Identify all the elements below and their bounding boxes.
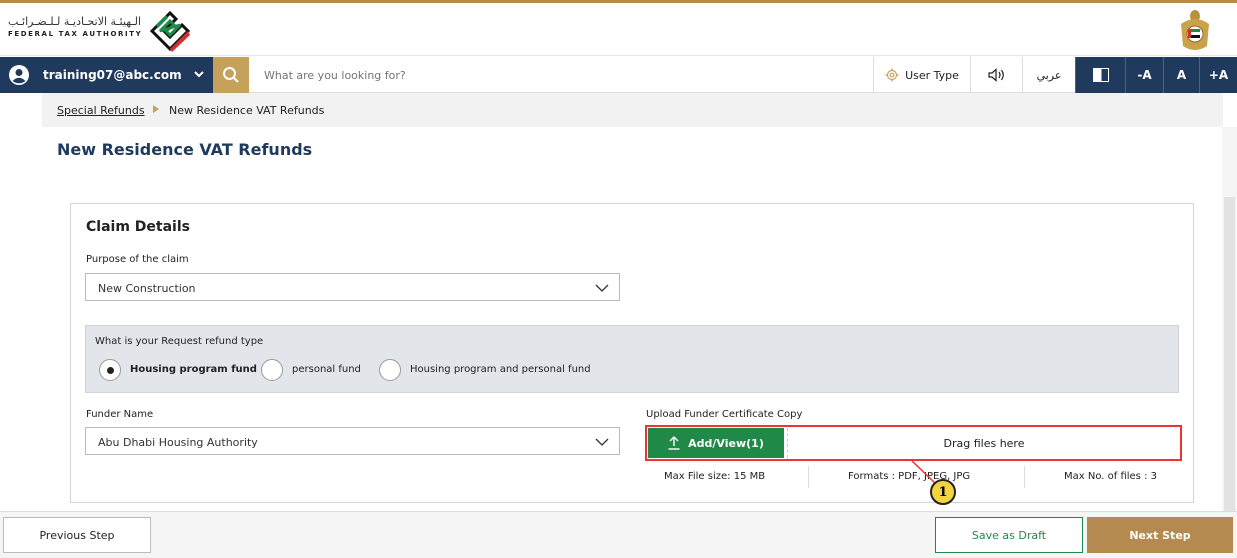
page-scrollbar[interactable]: [1222, 127, 1237, 517]
search-button[interactable]: [213, 57, 249, 93]
user-menu[interactable]: training07@abc.com: [0, 57, 213, 93]
logo-arabic-text: الـهيئـة الاتحـاديـة لـلـضـرائـب: [8, 15, 142, 28]
radio-housing-and-personal-fund[interactable]: [379, 359, 401, 381]
language-toggle[interactable]: عربي: [1022, 57, 1075, 93]
user-type-button[interactable]: User Type: [873, 57, 970, 93]
chevron-down-icon: [595, 284, 609, 292]
add-view-label: Add/View(1): [688, 436, 764, 450]
logo-english-text: FEDERAL TAX AUTHORITY: [8, 30, 143, 38]
breadcrumb-current: New Residence VAT Refunds: [169, 104, 325, 117]
page-title: New Residence VAT Refunds: [57, 140, 313, 159]
funder-name-value: Abu Dhabi Housing Authority: [98, 436, 258, 449]
refund-type-question: What is your Request refund type: [95, 336, 264, 347]
breadcrumb-link-special-refunds[interactable]: Special Refunds: [57, 104, 145, 117]
chevron-down-icon: [595, 438, 609, 446]
funder-name-select[interactable]: Abu Dhabi Housing Authority: [85, 427, 620, 455]
arabic-label: عربي: [1036, 68, 1062, 82]
top-toolbar: training07@abc.com User Type عربي: [0, 57, 1237, 93]
file-formats: Formats : PDF, JPEG, JPG: [848, 471, 971, 482]
user-type-label: User Type: [905, 68, 959, 82]
radio-personal-fund[interactable]: [261, 359, 283, 381]
gear-icon: [885, 68, 899, 82]
site-header: الـهيئـة الاتحـاديـة لـلـضـرائـب FEDERAL…: [0, 3, 1237, 56]
funder-name-label: Funder Name: [86, 409, 154, 420]
user-email: training07@abc.com: [43, 68, 182, 82]
breadcrumb: Special Refunds New Residence VAT Refund…: [42, 93, 1223, 127]
max-file-size: Max File size: 15 MB: [664, 471, 766, 482]
radio-label-housing-program-fund: Housing program fund: [130, 364, 257, 375]
user-avatar-icon: [9, 65, 29, 85]
drag-label: Drag files here: [943, 436, 1025, 450]
purpose-label: Purpose of the claim: [86, 254, 189, 265]
save-as-draft-button[interactable]: Save as Draft: [935, 517, 1083, 553]
text-to-speech-button[interactable]: [970, 57, 1022, 93]
claim-details-card: Claim Details Purpose of the claim New C…: [70, 203, 1194, 503]
add-view-button[interactable]: Add/View(1): [648, 428, 784, 458]
previous-step-button[interactable]: Previous Step: [3, 517, 151, 553]
callout-badge: 1: [930, 479, 956, 505]
fta-logo-icon: [149, 10, 191, 52]
contrast-icon: [1092, 68, 1109, 82]
chevron-down-icon: [194, 71, 204, 78]
radio-label-personal-fund: personal fund: [292, 364, 361, 375]
radio-label-housing-and-personal-fund: Housing program and personal fund: [410, 364, 591, 375]
font-normal-button[interactable]: A: [1163, 57, 1199, 93]
drag-drop-zone[interactable]: Drag files here: [787, 428, 1180, 458]
search-input[interactable]: [252, 60, 872, 90]
radio-housing-program-fund[interactable]: [99, 359, 121, 381]
upload-highlight-frame: Add/View(1) Drag files here: [645, 425, 1182, 461]
font-decrease-button[interactable]: -A: [1125, 57, 1163, 93]
uae-emblem-icon: [1181, 10, 1209, 50]
scrollbar-thumb[interactable]: [1224, 197, 1235, 517]
font-increase-button[interactable]: +A: [1199, 57, 1237, 93]
search-icon: [223, 67, 239, 83]
purpose-select[interactable]: New Construction: [85, 273, 620, 301]
meta-divider: [808, 466, 809, 488]
speaker-icon: [987, 68, 1004, 82]
upload-icon: [668, 436, 680, 450]
refund-type-group: What is your Request refund type Housing…: [85, 325, 1179, 393]
upload-label: Upload Funder Certificate Copy: [646, 409, 803, 420]
next-step-button[interactable]: Next Step: [1087, 517, 1233, 553]
claim-details-title: Claim Details: [86, 219, 190, 235]
purpose-value: New Construction: [98, 282, 196, 295]
meta-divider: [1024, 466, 1025, 488]
contrast-toggle[interactable]: [1075, 57, 1125, 93]
max-files: Max No. of files : 3: [1064, 471, 1157, 482]
breadcrumb-separator-icon: [153, 105, 159, 113]
footer-bar: Previous Step Save as Draft Next Step: [0, 511, 1237, 558]
